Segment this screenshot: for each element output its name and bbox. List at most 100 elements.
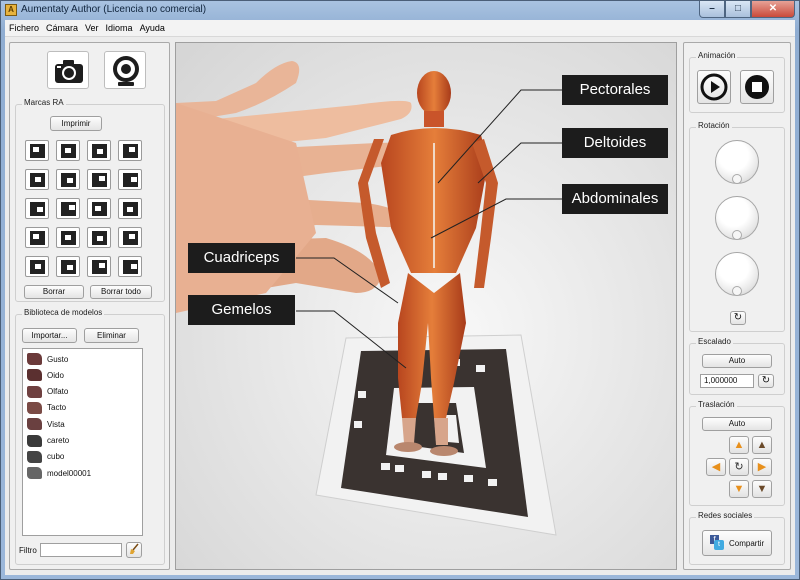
scale-value-input[interactable]: 1,000000 [700, 374, 754, 388]
ar-marker-11[interactable] [87, 198, 111, 219]
ar-marker-17[interactable] [25, 256, 49, 277]
scale-auto-button[interactable]: Auto [702, 354, 772, 368]
rotation-x-knob[interactable] [715, 140, 759, 184]
print-button[interactable]: Imprimir [50, 116, 102, 131]
delete-button[interactable]: Eliminar [84, 328, 139, 343]
list-item[interactable]: careto [27, 433, 69, 449]
ar-marker-15[interactable] [87, 227, 111, 248]
list-item[interactable]: Olfato [27, 384, 68, 400]
ar-marker-9[interactable] [25, 198, 49, 219]
model-name: Vista [47, 419, 65, 429]
marker-pattern [60, 201, 76, 216]
stop-icon[interactable] [740, 70, 774, 104]
animation-title: Animación [696, 51, 738, 60]
move-down-icon[interactable]: ▼ [752, 480, 772, 498]
ar-viewport[interactable]: Pectorales Deltoides Abdominales Cuadric… [175, 42, 677, 570]
model-icon [27, 418, 42, 431]
list-item[interactable]: Oido [27, 367, 64, 383]
menu-ver[interactable]: Ver [85, 23, 99, 33]
ar-marker-19[interactable] [87, 256, 111, 277]
model-list[interactable]: Gusto Oido Olfato Tacto Vista careto cubo model… [22, 348, 143, 536]
label-deltoides[interactable]: Deltoides [562, 128, 668, 158]
filter-input[interactable] [40, 543, 122, 557]
scale-reset-icon[interactable]: ↻ [758, 374, 774, 388]
label-gemelos[interactable]: Gemelos [188, 295, 295, 325]
rotation-z-knob[interactable] [715, 252, 759, 296]
move-right-icon[interactable]: ▶ [752, 458, 772, 476]
move-forward-icon[interactable]: ▲ [729, 436, 749, 454]
menu-idioma[interactable]: Idioma [106, 23, 133, 33]
title-bar[interactable]: A Aumentaty Author (Licencia no comercia… [1, 1, 799, 20]
clear-button[interactable]: Borrar [24, 285, 84, 299]
list-item[interactable]: Tacto [27, 400, 66, 416]
marker-pattern [91, 259, 107, 274]
menu-fichero[interactable]: Fichero [9, 23, 39, 33]
ar-marker-2[interactable] [56, 140, 80, 161]
ar-marker-8[interactable] [118, 169, 142, 190]
model-name: Olfato [47, 387, 69, 397]
menu-bar: Fichero Cámara Ver Idioma Ayuda [5, 20, 795, 37]
share-button[interactable]: f t Compartir [702, 530, 772, 556]
ar-marker-4[interactable] [118, 140, 142, 161]
move-left-icon[interactable]: ◀ [706, 458, 726, 476]
app-icon: A [5, 4, 17, 16]
marker-pattern [91, 172, 107, 187]
move-up-icon[interactable]: ▲ [752, 436, 772, 454]
label-cuadriceps[interactable]: Cuadriceps [188, 243, 295, 273]
list-item[interactable]: model00001 [27, 465, 91, 481]
list-item[interactable]: Vista [27, 416, 65, 432]
menu-ayuda[interactable]: Ayuda [140, 23, 165, 33]
list-item[interactable]: Gusto [27, 351, 68, 367]
webcam-icon[interactable] [104, 51, 146, 89]
library-group: Biblioteca de modelos Importar... Elimin… [15, 308, 165, 565]
rotation-y-knob[interactable] [715, 196, 759, 240]
ar-marker-3[interactable] [87, 140, 111, 161]
model-icon [27, 353, 42, 365]
model-name: Gusto [47, 354, 69, 364]
maximize-button[interactable]: □ [725, 1, 751, 18]
close-button[interactable]: ✕ [751, 1, 795, 18]
broom-icon[interactable] [126, 542, 142, 558]
marker-pattern [122, 230, 138, 245]
label-pectorales[interactable]: Pectorales [562, 75, 668, 105]
move-back-icon[interactable]: ▼ [729, 480, 749, 498]
translation-reset-icon[interactable]: ↻ [729, 458, 749, 476]
window-title: Aumentaty Author (Licencia no comercial) [21, 4, 207, 15]
ar-marker-6[interactable] [56, 169, 80, 190]
marker-pattern [29, 230, 45, 245]
ar-marker-16[interactable] [118, 227, 142, 248]
import-button[interactable]: Importar... [22, 328, 77, 343]
translation-auto-button[interactable]: Auto [702, 417, 772, 431]
ar-marker-13[interactable] [25, 227, 49, 248]
ar-marker-5[interactable] [25, 169, 49, 190]
menu-camara[interactable]: Cámara [46, 23, 78, 33]
ar-marker-10[interactable] [56, 198, 80, 219]
marker-pattern [122, 259, 138, 274]
clear-all-button[interactable]: Borrar todo [90, 285, 152, 299]
translation-group: Traslación Auto ▲ ▲ ◀ ↻ ▶ ▼ ▼ [689, 400, 785, 506]
label-abdominales[interactable]: Abdominales [562, 184, 668, 214]
translation-title: Traslación [696, 400, 737, 409]
list-item[interactable]: cubo [27, 449, 64, 465]
marker-pattern [29, 201, 45, 216]
model-name: Oido [47, 370, 64, 380]
ar-marker-18[interactable] [56, 256, 80, 277]
ar-marker-20[interactable] [118, 256, 142, 277]
ar-marker-1[interactable] [25, 140, 49, 161]
model-icon [27, 434, 42, 447]
minimize-button[interactable]: – [699, 1, 725, 18]
marker-pattern [122, 201, 138, 216]
reset-icon[interactable]: ↻ [730, 311, 746, 325]
ar-marker-14[interactable] [56, 227, 80, 248]
play-icon[interactable] [697, 70, 731, 104]
marker-pattern [29, 143, 45, 158]
marker-pattern [60, 259, 76, 274]
marker-pattern [29, 172, 45, 187]
ar-marker-12[interactable] [118, 198, 142, 219]
model-icon [27, 401, 42, 414]
model-name: cubo [47, 452, 65, 462]
marker-pattern [91, 201, 107, 216]
camera-icon[interactable] [47, 51, 89, 89]
markers-group: Marcas RA Imprimir Borrar Borrar todo [15, 98, 165, 302]
ar-marker-7[interactable] [87, 169, 111, 190]
